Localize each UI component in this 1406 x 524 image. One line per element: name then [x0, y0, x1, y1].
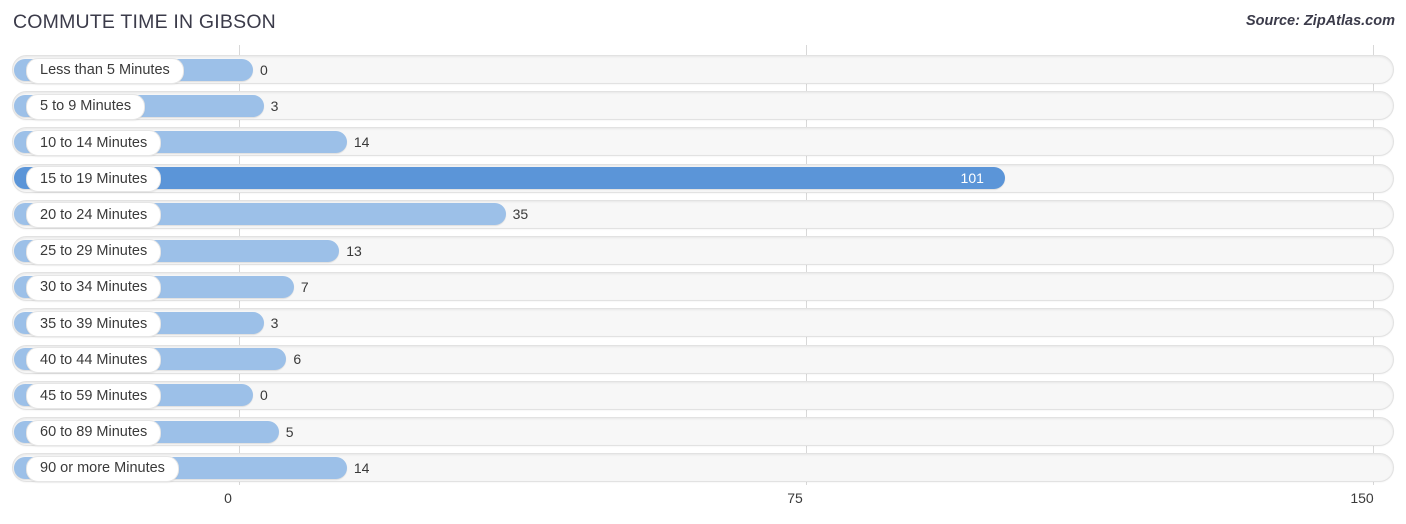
bar-category-label-text: 5 to 9 Minutes	[40, 98, 132, 115]
bar-category-label-text: 90 or more Minutes	[40, 460, 165, 477]
bar-category-label: 30 to 34 Minutes	[26, 274, 162, 301]
bar-category-label-text: 15 to 19 Minutes	[40, 170, 148, 187]
bar-value-label: 0	[260, 387, 268, 404]
bar-row[interactable]: 60 to 89 Minutes 5	[12, 417, 1394, 446]
bar-value-label: 13	[346, 242, 362, 259]
bar-row[interactable]: 25 to 29 Minutes 13	[12, 236, 1394, 265]
source-attribution: Source: ZipAtlas.com	[1245, 13, 1395, 29]
bar-row[interactable]: 45 to 59 Minutes 0	[12, 380, 1394, 410]
bar-category-label: 5 to 9 Minutes	[26, 93, 146, 120]
bar-row[interactable]: 90 or more Minutes 14	[12, 453, 1394, 483]
bar-row[interactable]: Less than 5 Minutes 0	[12, 55, 1394, 84]
x-axis-tick-0: 0	[224, 490, 232, 506]
bar-fill	[14, 167, 1005, 190]
bar-category-label-text: Less than 5 Minutes	[40, 62, 170, 79]
bar-row[interactable]: 5 to 9 Minutes 3	[12, 91, 1394, 121]
bar-category-label: 40 to 44 Minutes	[26, 347, 162, 374]
x-axis: 0 75 150	[0, 485, 1406, 524]
bar-rows: Less than 5 Minutes 0 5 to 9 Minutes 3 10 to…	[0, 45, 1406, 485]
chart-plot-area: Less than 5 Minutes 0 5 to 9 Minutes 3 10 to…	[0, 45, 1406, 485]
bar-category-label: 60 to 89 Minutes	[26, 419, 162, 446]
bar-value-label: 14	[353, 133, 370, 150]
bar-category-label-text: 60 to 89 Minutes	[40, 424, 148, 441]
bar-row[interactable]: 15 to 19 Minutes 101	[12, 163, 1394, 193]
bar-row[interactable]: 30 to 34 Minutes 7	[12, 272, 1394, 302]
bar-category-label: 45 to 59 Minutes	[26, 383, 162, 410]
bar-category-label-text: 10 to 14 Minutes	[40, 134, 148, 151]
bar-value-label: 0	[260, 61, 268, 78]
bar-value-label: 3	[270, 314, 279, 331]
bar-category-label: 15 to 19 Minutes	[26, 166, 162, 193]
bar-category-label: Less than 5 Minutes	[26, 57, 184, 84]
x-axis-tick-75: 75	[787, 490, 803, 506]
bar-category-label-text: 40 to 44 Minutes	[40, 351, 148, 368]
bar-value-label: 6	[293, 351, 302, 368]
chart-header: COMMUTE TIME IN GIBSON Source: ZipAtlas.…	[0, 0, 1406, 45]
bar-category-label: 25 to 29 Minutes	[26, 238, 162, 265]
bar-category-label-text: 35 to 39 Minutes	[40, 315, 148, 332]
bar-value-label: 7	[300, 278, 309, 295]
page-title: COMMUTE TIME IN GIBSON	[13, 11, 276, 33]
bar-category-label-text: 25 to 29 Minutes	[40, 243, 148, 260]
bar-row[interactable]: 10 to 14 Minutes 14	[12, 127, 1394, 157]
bar-row[interactable]: 40 to 44 Minutes 6	[12, 344, 1394, 374]
bar-value-label: 5	[285, 423, 294, 440]
bar-category-label: 90 or more Minutes	[26, 455, 179, 482]
bar-category-label: 35 to 39 Minutes	[26, 310, 162, 337]
bar-category-label: 10 to 14 Minutes	[26, 129, 162, 156]
bar-category-label: 20 to 24 Minutes	[26, 202, 162, 229]
bar-row[interactable]: 35 to 39 Minutes 3	[12, 308, 1394, 338]
bar-category-label-text: 30 to 34 Minutes	[40, 279, 148, 296]
bar-value-label: 101	[960, 170, 984, 187]
x-axis-tick-150: 150	[1350, 490, 1374, 506]
bar-value-label: 14	[353, 459, 370, 476]
bar-value-label: 3	[270, 97, 279, 114]
bar-category-label-text: 20 to 24 Minutes	[40, 207, 148, 224]
bar-category-label-text: 45 to 59 Minutes	[40, 388, 148, 405]
bar-row[interactable]: 20 to 24 Minutes 35	[12, 199, 1394, 229]
bar-value-label: 35	[512, 206, 529, 223]
